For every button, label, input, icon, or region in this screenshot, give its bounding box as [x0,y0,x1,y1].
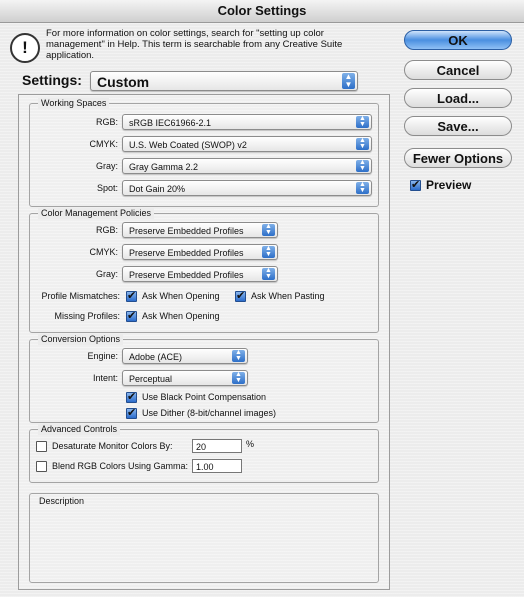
advanced-title: Advanced Controls [38,424,121,435]
blend-gamma-label: Blend RGB Colors Using Gamma: [52,461,189,471]
conversion-group: Conversion Options Engine: Adobe (ACE) ▲… [29,334,379,423]
policy-gray-select[interactable]: Preserve Embedded Profiles ▲ ▼ [122,266,278,282]
ask-when-pasting-checkbox[interactable] [235,289,246,302]
popup-arrows-icon: ▲ ▼ [342,73,355,89]
black-point-checkbox[interactable] [126,390,137,403]
ws-spot-select[interactable]: Dot Gain 20% ▲ ▼ [122,180,372,196]
use-dither-label: Use Dither (8-bit/channel images) [142,408,277,418]
popup-arrows-icon: ▲ ▼ [356,159,369,172]
missing-ask-opening-label: Ask When Opening [142,311,220,321]
working-spaces-title: Working Spaces [38,98,110,109]
color-settings-dialog: Color Settings ! For more information on… [0,0,524,597]
ws-rgb-select[interactable]: sRGB IEC61966-2.1 ▲ ▼ [122,114,372,130]
ws-gray-label: Gray: [95,161,118,171]
preview-label: Preview [426,178,472,192]
ws-spot-label: Spot: [96,183,118,193]
ws-cmyk-select[interactable]: U.S. Web Coated (SWOP) v2 ▲ ▼ [122,136,372,152]
ok-button[interactable]: OK [404,30,512,50]
description-title: Description [39,496,85,506]
profile-mismatches-label: Profile Mismatches: [41,291,120,301]
cancel-button[interactable]: Cancel [404,60,512,80]
ws-spot-value: Dot Gain 20% [129,184,186,194]
policies-title: Color Management Policies [38,208,155,219]
popup-arrows-icon: ▲ ▼ [262,267,275,280]
load-button[interactable]: Load... [404,88,512,108]
popup-arrows-icon: ▲ ▼ [356,137,369,150]
popup-arrows-icon: ▲ ▼ [356,181,369,194]
advanced-group: Advanced Controls Desaturate Monitor Col… [29,424,379,483]
description-box: Description [29,493,379,583]
engine-select[interactable]: Adobe (ACE) ▲ ▼ [122,348,248,364]
conversion-title: Conversion Options [38,334,124,345]
ws-rgb-label: RGB: [95,117,118,127]
save-button[interactable]: Save... [404,116,512,136]
engine-label: Engine: [87,351,118,361]
desaturate-label: Desaturate Monitor Colors By: [52,441,173,451]
policy-cmyk-value: Preserve Embedded Profiles [129,248,244,258]
desaturate-input[interactable]: 20 [192,439,242,453]
intent-select[interactable]: Perceptual ▲ ▼ [122,370,248,386]
ask-when-opening-label: Ask When Opening [142,291,220,301]
ask-when-pasting-label: Ask When Pasting [251,291,325,301]
missing-ask-opening-checkbox[interactable] [126,309,137,322]
policies-group: Color Management Policies RGB: Preserve … [29,208,379,333]
desaturate-checkbox[interactable] [36,441,47,452]
settings-panel: Working Spaces RGB: sRGB IEC61966-2.1 ▲ ▼… [18,94,390,590]
ws-rgb-value: sRGB IEC61966-2.1 [129,118,212,128]
fewer-options-button[interactable]: Fewer Options [404,148,512,168]
intent-value: Perceptual [129,374,173,384]
ws-cmyk-label: CMYK: [89,139,118,149]
engine-value: Adobe (ACE) [129,352,183,362]
settings-select[interactable]: Custom ▲ ▼ [90,71,358,91]
preview-checkbox[interactable] [410,178,421,191]
use-dither-checkbox[interactable] [126,406,137,419]
percent-unit: % [246,439,255,449]
policy-gray-value: Preserve Embedded Profiles [129,270,244,280]
window-title: Color Settings [0,0,524,23]
popup-arrows-icon: ▲ ▼ [232,349,245,362]
missing-profiles-label: Missing Profiles: [54,311,120,321]
popup-arrows-icon: ▲ ▼ [262,223,275,236]
ws-gray-select[interactable]: Gray Gamma 2.2 ▲ ▼ [122,158,372,174]
black-point-label: Use Black Point Compensation [142,392,267,402]
working-spaces-group: Working Spaces RGB: sRGB IEC61966-2.1 ▲ ▼… [29,98,379,207]
policy-cmyk-label: CMYK: [89,247,118,257]
blend-gamma-checkbox[interactable] [36,461,47,472]
policy-gray-label: Gray: [95,269,118,279]
intent-label: Intent: [92,373,118,383]
popup-arrows-icon: ▲ ▼ [232,371,245,384]
info-text: For more information on color settings, … [46,28,343,61]
blend-gamma-input[interactable]: 1.00 [192,459,242,473]
ws-gray-value: Gray Gamma 2.2 [129,162,199,172]
policy-cmyk-select[interactable]: Preserve Embedded Profiles ▲ ▼ [122,244,278,260]
ws-cmyk-value: U.S. Web Coated (SWOP) v2 [129,140,247,150]
settings-value: Custom [97,74,150,90]
popup-arrows-icon: ▲ ▼ [262,245,275,258]
policy-rgb-label: RGB: [95,225,118,235]
popup-arrows-icon: ▲ ▼ [356,115,369,128]
ask-when-opening-checkbox[interactable] [126,289,137,302]
policy-rgb-select[interactable]: Preserve Embedded Profiles ▲ ▼ [122,222,278,238]
info-icon: ! [10,33,40,63]
settings-label: Settings: [22,72,82,88]
policy-rgb-value: Preserve Embedded Profiles [129,226,244,236]
